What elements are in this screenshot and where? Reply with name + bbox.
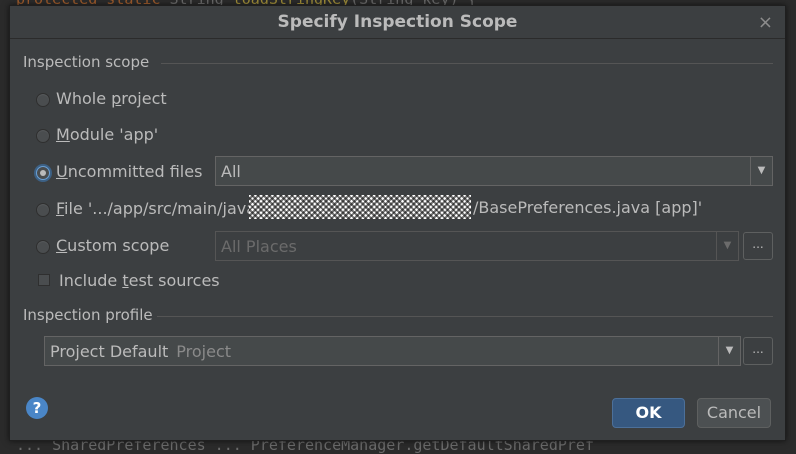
- radio-button-selected[interactable]: [36, 166, 50, 180]
- radio-label: File '.../app/src/main/java: [56, 199, 257, 218]
- inspection-scope-dialog: Specify Inspection Scope × Inspection sc…: [9, 5, 786, 441]
- uncommitted-files-select[interactable]: All ▼: [215, 156, 773, 186]
- radio-label: Uncommitted files: [56, 162, 203, 181]
- dialog-title: Specify Inspection Scope: [277, 12, 518, 32]
- cancel-button[interactable]: Cancel: [697, 398, 771, 428]
- radio-button[interactable]: [36, 203, 50, 217]
- help-icon[interactable]: ?: [26, 397, 48, 419]
- select-value: Project Default Project: [50, 342, 232, 361]
- section-divider: [157, 316, 773, 317]
- radio-label: Custom scope: [56, 236, 170, 255]
- custom-scope-browse-button[interactable]: ...: [743, 232, 773, 260]
- redacted-path-segment: [249, 195, 471, 219]
- radio-label: Module 'app': [56, 125, 159, 144]
- close-icon[interactable]: ×: [758, 12, 773, 33]
- radio-label: Whole project: [56, 89, 167, 108]
- section-divider: [161, 63, 773, 64]
- custom-scope-select: All Places ▼: [215, 231, 739, 261]
- chevron-down-icon[interactable]: ▼: [718, 337, 740, 365]
- inspection-profile-select[interactable]: Project Default Project ▼: [44, 336, 741, 366]
- checkbox-label: Include test sources: [59, 271, 220, 290]
- radio-button[interactable]: [36, 129, 50, 143]
- inspection-profile-heading: Inspection profile: [23, 306, 153, 324]
- radio-button[interactable]: [36, 93, 50, 107]
- dialog-titlebar[interactable]: Specify Inspection Scope ×: [10, 6, 785, 39]
- ok-button[interactable]: OK: [612, 398, 685, 428]
- profile-edit-button[interactable]: ...: [743, 337, 773, 365]
- chevron-down-icon: ▼: [716, 232, 738, 260]
- chevron-down-icon[interactable]: ▼: [750, 157, 772, 185]
- file-path-tail: /BasePreferences.java [app]': [473, 198, 703, 217]
- select-value: All: [221, 162, 241, 181]
- inspection-scope-heading: Inspection scope: [23, 53, 150, 71]
- radio-button[interactable]: [36, 240, 50, 254]
- checkbox[interactable]: [38, 274, 50, 286]
- select-value: All Places: [221, 237, 297, 256]
